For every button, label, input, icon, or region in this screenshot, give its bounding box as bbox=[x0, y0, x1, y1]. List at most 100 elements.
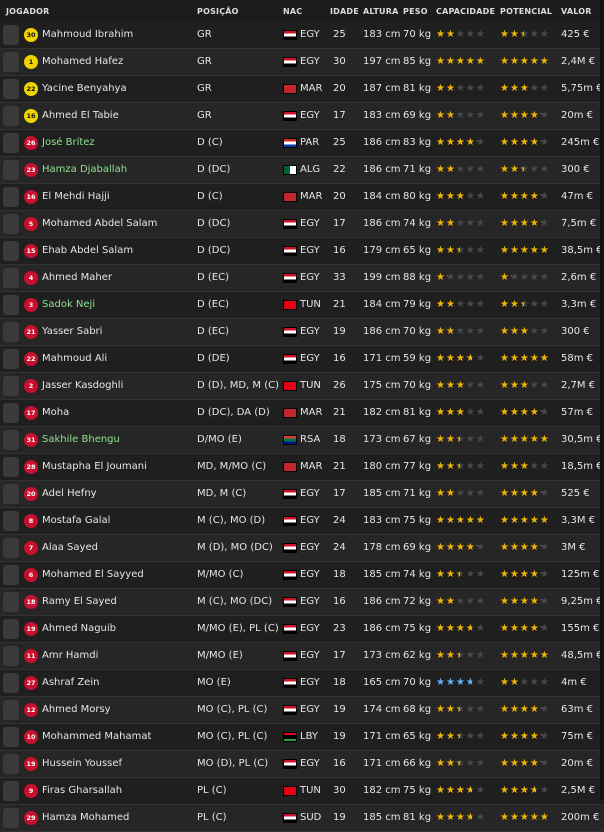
table-row[interactable]: 10 Mohammed Mahamat MO (C), PL (C) LBY 19 171… bbox=[0, 724, 604, 751]
nation-flag-icon[interactable] bbox=[283, 192, 297, 202]
nation-flag-icon[interactable] bbox=[283, 462, 297, 472]
nation-flag-icon[interactable] bbox=[283, 30, 297, 40]
table-row[interactable]: 18 Ramy El Sayed M (C), MO (DC) EGY 16 186 cm… bbox=[0, 589, 604, 616]
table-row[interactable]: 7 Alaa Sayed M (D), MO (DC) EGY 24 178 cm 69 k… bbox=[0, 535, 604, 562]
table-row[interactable]: 27 Ashraf Zein MO (E) EGY 18 165 cm 70 kg ★★★★★… bbox=[0, 670, 604, 697]
player-nationality[interactable]: TUN bbox=[300, 373, 321, 399]
nation-flag-icon[interactable] bbox=[283, 813, 297, 823]
header-peso[interactable]: PESO bbox=[403, 7, 428, 16]
table-row[interactable]: 12 Ahmed Morsy MO (C), PL (C) EGY 19 174 cm 68… bbox=[0, 697, 604, 724]
header-idade[interactable]: IDADE bbox=[330, 7, 359, 16]
table-row[interactable]: 29 Hamza Mohamed PL (C) SUD 19 185 cm 81 kg ★★★… bbox=[0, 805, 604, 832]
table-row[interactable]: 9 Firas Gharsallah PL (C) TUN 30 182 cm 75 kg ★… bbox=[0, 778, 604, 805]
player-nationality[interactable]: MAR bbox=[300, 454, 322, 480]
player-name[interactable]: Yasser Sabri bbox=[42, 319, 102, 345]
player-name[interactable]: Sadok Neji bbox=[42, 292, 95, 318]
table-row[interactable]: 30 Mahmoud Ibrahim GR EGY 25 183 cm 70 kg ★★★★★… bbox=[0, 22, 604, 49]
nation-flag-icon[interactable] bbox=[283, 57, 297, 67]
nation-flag-icon[interactable] bbox=[283, 435, 297, 445]
nation-flag-icon[interactable] bbox=[283, 543, 297, 553]
table-row[interactable]: 22 Yacine Benyahya GR MAR 20 187 cm 81 kg ★★★★★… bbox=[0, 76, 604, 103]
nation-flag-icon[interactable] bbox=[283, 381, 297, 391]
table-row[interactable]: 21 Yasser Sabri D (EC) EGY 19 186 cm 70 kg ★★★★… bbox=[0, 319, 604, 346]
player-name[interactable]: Mostafa Galal bbox=[42, 508, 110, 534]
table-row[interactable]: 11 Amr Hamdi M/MO (E) EGY 17 173 cm 62 kg ★★★★★… bbox=[0, 643, 604, 670]
nation-flag-icon[interactable] bbox=[283, 84, 297, 94]
player-name[interactable]: Ahmed Naguib bbox=[42, 616, 116, 642]
nation-flag-icon[interactable] bbox=[283, 354, 297, 364]
player-nationality[interactable]: EGY bbox=[300, 319, 320, 345]
table-row[interactable]: 8 Mostafa Galal M (C), MO (D) EGY 24 183 cm 75… bbox=[0, 508, 604, 535]
table-row[interactable]: 17 Moha D (DC), DA (D) MAR 21 182 cm 81 kg ★★★★… bbox=[0, 400, 604, 427]
table-row[interactable]: 26 José Brítez D (C) PAR 25 186 cm 83 kg ★★★★★ ★… bbox=[0, 130, 604, 157]
header-altura[interactable]: ALTURA bbox=[363, 7, 398, 16]
nation-flag-icon[interactable] bbox=[283, 111, 297, 121]
player-name[interactable]: Mohammed Mahamat bbox=[42, 724, 151, 750]
player-name[interactable]: Hamza Mohamed bbox=[42, 805, 129, 831]
player-name[interactable]: Adel Hefny bbox=[42, 481, 97, 507]
player-nationality[interactable]: MAR bbox=[300, 184, 322, 210]
player-name[interactable]: Moha bbox=[42, 400, 69, 426]
table-row[interactable]: 3 Sadok Neji D (EC) TUN 21 184 cm 79 kg ★★★★★ ★★… bbox=[0, 292, 604, 319]
player-nationality[interactable]: EGY bbox=[300, 697, 320, 723]
table-row[interactable]: 22 Mahmoud Ali D (DE) EGY 16 171 cm 59 kg ★★★★★… bbox=[0, 346, 604, 373]
player-nationality[interactable]: EGY bbox=[300, 238, 320, 264]
player-nationality[interactable]: EGY bbox=[300, 562, 320, 588]
player-nationality[interactable]: EGY bbox=[300, 346, 320, 372]
table-row[interactable]: 28 Mustapha El Joumani MD, M/MO (C) MAR 21 18… bbox=[0, 454, 604, 481]
player-name[interactable]: Mohamed Abdel Salam bbox=[42, 211, 157, 237]
player-nationality[interactable]: EGY bbox=[300, 49, 320, 75]
nation-flag-icon[interactable] bbox=[283, 219, 297, 229]
table-row[interactable]: 15 Ehab Abdel Salam D (DC) EGY 16 179 cm 65 kg… bbox=[0, 238, 604, 265]
header-valor[interactable]: VALOR bbox=[561, 7, 592, 16]
table-row[interactable]: 23 Hamza Djaballah D (DC) ALG 22 186 cm 71 kg ★… bbox=[0, 157, 604, 184]
player-nationality[interactable]: EGY bbox=[300, 643, 320, 669]
player-nationality[interactable]: EGY bbox=[300, 589, 320, 615]
player-name[interactable]: Mohamed El Sayyed bbox=[42, 562, 144, 588]
player-name[interactable]: Ramy El Sayed bbox=[42, 589, 117, 615]
player-name[interactable]: José Brítez bbox=[42, 130, 95, 156]
header-potencial[interactable]: POTENCIAL bbox=[500, 7, 552, 16]
player-nationality[interactable]: EGY bbox=[300, 103, 320, 129]
header-capacidade[interactable]: CAPACIDADE bbox=[436, 7, 495, 16]
player-nationality[interactable]: EGY bbox=[300, 22, 320, 48]
scrollbar[interactable] bbox=[600, 0, 604, 800]
player-name[interactable]: Ashraf Zein bbox=[42, 670, 99, 696]
table-row[interactable]: 5 Mohamed Abdel Salam D (DC) EGY 17 186 cm 74 … bbox=[0, 211, 604, 238]
player-nationality[interactable]: TUN bbox=[300, 292, 321, 318]
nation-flag-icon[interactable] bbox=[283, 300, 297, 310]
player-name[interactable]: Mustapha El Joumani bbox=[42, 454, 147, 480]
player-nationality[interactable]: EGY bbox=[300, 670, 320, 696]
player-nationality[interactable]: LBY bbox=[300, 724, 318, 750]
table-row[interactable]: 2 Jasser Kasdoghli D (D), MD, M (C) TUN 26 17… bbox=[0, 373, 604, 400]
player-nationality[interactable]: MAR bbox=[300, 76, 322, 102]
table-row[interactable]: 16 El Mehdi Hajji D (C) MAR 20 184 cm 80 kg ★★★… bbox=[0, 184, 604, 211]
table-row[interactable]: 16 Ahmed El Tabie GR EGY 17 183 cm 69 kg ★★★★★ ★… bbox=[0, 103, 604, 130]
player-name[interactable]: Ahmed Maher bbox=[42, 265, 112, 291]
player-nationality[interactable]: EGY bbox=[300, 508, 320, 534]
nation-flag-icon[interactable] bbox=[283, 570, 297, 580]
player-name[interactable]: Ahmed Morsy bbox=[42, 697, 111, 723]
player-nationality[interactable]: EGY bbox=[300, 616, 320, 642]
player-name[interactable]: Amr Hamdi bbox=[42, 643, 98, 669]
table-row[interactable]: 4 Ahmed Maher D (EC) EGY 33 199 cm 88 kg ★★★★★ ★… bbox=[0, 265, 604, 292]
player-nationality[interactable]: SUD bbox=[300, 805, 321, 831]
player-nationality[interactable]: MAR bbox=[300, 400, 322, 426]
nation-flag-icon[interactable] bbox=[283, 705, 297, 715]
player-name[interactable]: Ahmed El Tabie bbox=[42, 103, 119, 129]
player-name[interactable]: Mahmoud Ali bbox=[42, 346, 107, 372]
nation-flag-icon[interactable] bbox=[283, 246, 297, 256]
table-row[interactable]: 31 Sakhile Bhengu D/MO (E) RSA 18 173 cm 67 kg… bbox=[0, 427, 604, 454]
player-nationality[interactable]: RSA bbox=[300, 427, 320, 453]
nation-flag-icon[interactable] bbox=[283, 759, 297, 769]
player-nationality[interactable]: EGY bbox=[300, 265, 320, 291]
player-nationality[interactable]: EGY bbox=[300, 751, 320, 777]
header-posicao[interactable]: POSIÇÃO bbox=[197, 7, 239, 16]
nation-flag-icon[interactable] bbox=[283, 273, 297, 283]
player-name[interactable]: Yacine Benyahya bbox=[42, 76, 127, 102]
table-row[interactable]: 19 Ahmed Naguib M/MO (E), PL (C) EGY 23 186 c… bbox=[0, 616, 604, 643]
player-name[interactable]: Mahmoud Ibrahim bbox=[42, 22, 133, 48]
player-name[interactable]: Hamza Djaballah bbox=[42, 157, 127, 183]
header-jogador[interactable]: JOGADOR bbox=[6, 7, 50, 16]
player-name[interactable]: Sakhile Bhengu bbox=[42, 427, 120, 453]
